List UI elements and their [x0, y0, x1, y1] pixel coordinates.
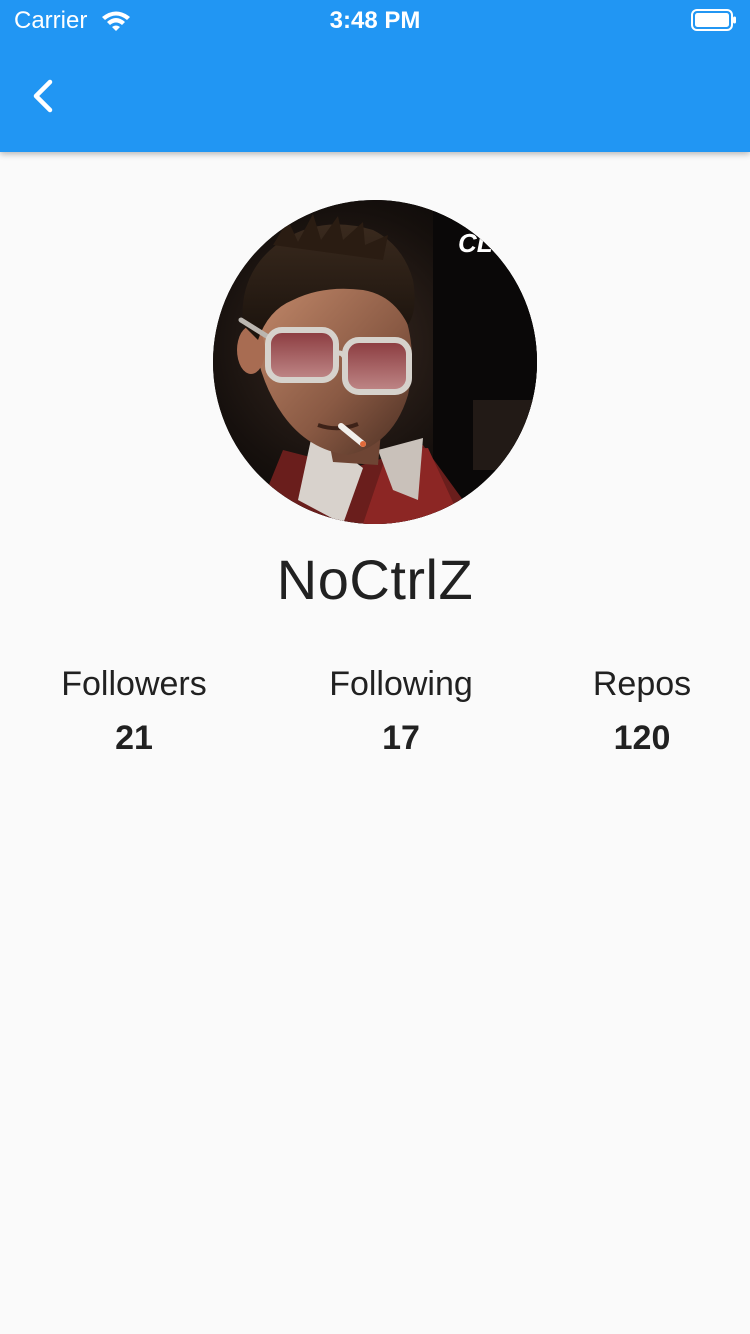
- battery-icon: [691, 9, 737, 31]
- repos-label: Repos: [592, 665, 692, 703]
- followers-stat[interactable]: Followers 21: [14, 660, 254, 762]
- status-time: 3:48 PM: [329, 7, 421, 34]
- repos-stat[interactable]: Repos 120: [522, 660, 750, 762]
- following-label: Following: [329, 665, 473, 703]
- following-stat[interactable]: Following 17: [281, 660, 521, 762]
- status-bar: Carrier 3:48 PM: [0, 0, 750, 40]
- following-count: 17: [382, 719, 420, 757]
- followers-count: 21: [115, 719, 153, 757]
- back-button[interactable]: [14, 64, 74, 128]
- repos-count: 120: [613, 719, 671, 757]
- chevron-left-icon: [33, 79, 53, 113]
- avatar-overlay-text: CL: [458, 228, 493, 258]
- avatar: CL: [213, 200, 537, 524]
- username: NoCtrlZ: [276, 548, 474, 611]
- app-bar: Carrier 3:48 PM: [0, 0, 750, 152]
- followers-label: Followers: [61, 665, 207, 703]
